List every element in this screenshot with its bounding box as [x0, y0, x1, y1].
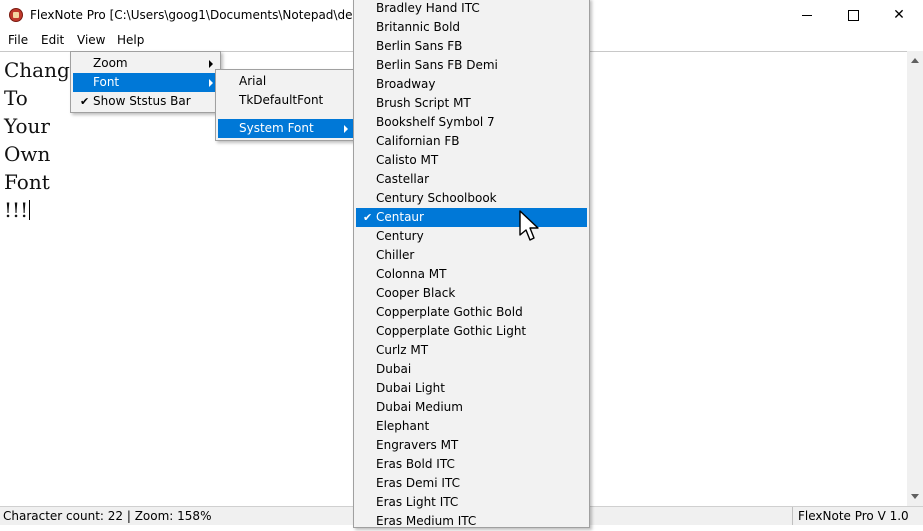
menu-file[interactable]: File [6, 33, 30, 47]
status-version: FlexNote Pro V 1.0 [792, 507, 923, 525]
system-font-label: Berlin Sans FB Demi [376, 58, 498, 72]
system-font-label: Bradley Hand ITC [376, 1, 480, 15]
system-font-item[interactable]: Dubai Medium [356, 398, 587, 417]
system-font-item[interactable]: Californian FB [356, 132, 587, 151]
system-font-label: Century [376, 229, 424, 243]
system-font-label: Century Schoolbook [376, 191, 497, 205]
system-font-item[interactable]: Eras Bold ITC [356, 455, 587, 474]
view-menu-show-status-bar[interactable]: ✔ Show Ststus Bar [73, 92, 218, 111]
system-font-label: Californian FB [376, 134, 460, 148]
system-font-item[interactable]: Berlin Sans FB Demi [356, 56, 587, 75]
font-menu-system-font[interactable]: System Font [218, 119, 353, 138]
minimize-button[interactable] [784, 0, 830, 31]
view-menu-font[interactable]: Font [73, 73, 218, 92]
system-font-label: Eras Medium ITC [376, 514, 477, 528]
system-font-label: Chiller [376, 248, 415, 262]
system-font-item[interactable]: Berlin Sans FB [356, 37, 587, 56]
vertical-scrollbar[interactable] [907, 51, 923, 506]
system-font-label: Eras Bold ITC [376, 457, 455, 471]
submenu-arrow-icon [209, 79, 213, 87]
system-font-item[interactable]: Eras Light ITC [356, 493, 587, 512]
system-font-label: Centaur [376, 210, 424, 224]
minimize-icon [802, 14, 812, 16]
system-font-item[interactable]: Broadway [356, 75, 587, 94]
system-font-item[interactable]: Bookshelf Symbol 7 [356, 113, 587, 132]
system-font-item[interactable]: Engravers MT [356, 436, 587, 455]
system-font-label: Berlin Sans FB [376, 39, 463, 53]
system-font-label: Engravers MT [376, 438, 459, 452]
system-font-label: Eras Light ITC [376, 495, 459, 509]
mouse-cursor-icon [519, 210, 539, 241]
system-font-item[interactable]: Britannic Bold [356, 18, 587, 37]
editor-line: Font [4, 170, 50, 194]
system-font-label: Castellar [376, 172, 430, 186]
system-font-item[interactable]: Brush Script MT [356, 94, 587, 113]
system-font-label: Curlz MT [376, 343, 429, 357]
system-font-item[interactable]: Copperplate Gothic Bold [356, 303, 587, 322]
system-font-item[interactable]: Dubai [356, 360, 587, 379]
system-font-label: Broadway [376, 77, 436, 91]
system-font-label: Britannic Bold [376, 20, 461, 34]
system-font-item[interactable]: Bradley Hand ITC [356, 0, 587, 18]
system-font-item[interactable]: Century [356, 227, 587, 246]
checkmark-icon: ✔ [80, 95, 90, 108]
system-font-item[interactable]: Cooper Black [356, 284, 587, 303]
close-button[interactable]: ✕ [876, 0, 922, 31]
system-font-label: Bookshelf Symbol 7 [376, 115, 495, 129]
system-font-item[interactable]: Curlz MT [356, 341, 587, 360]
system-font-item[interactable]: Chiller [356, 246, 587, 265]
system-font-item[interactable]: Eras Demi ITC [356, 474, 587, 493]
system-font-item[interactable]: Eras Medium ITC [356, 512, 587, 531]
menu-edit[interactable]: Edit [39, 33, 66, 47]
system-font-label: Copperplate Gothic Light [376, 324, 527, 338]
scroll-up-icon[interactable] [911, 58, 919, 63]
system-font-item[interactable]: Elephant [356, 417, 587, 436]
view-menu-zoom[interactable]: Zoom [73, 54, 218, 73]
font-submenu: Arial TkDefaultFont System Font [215, 69, 356, 141]
system-font-label: Cooper Black [376, 286, 456, 300]
system-font-label: Dubai Medium [376, 400, 463, 414]
system-font-item[interactable]: Dubai Light [356, 379, 587, 398]
system-font-label: Dubai [376, 362, 412, 376]
window-title: FlexNote Pro [C:\Users\goog1\Documents\N… [30, 8, 356, 22]
close-icon: ✕ [893, 7, 905, 23]
submenu-arrow-icon [344, 125, 348, 133]
system-font-label: Calisto MT [376, 153, 439, 167]
status-character-count: Character count: 22 | Zoom: 158% [3, 509, 212, 523]
system-font-label: Colonna MT [376, 267, 447, 281]
system-font-label: Elephant [376, 419, 430, 433]
maximize-button[interactable] [830, 0, 876, 31]
system-font-label: Dubai Light [376, 381, 445, 395]
font-menu-tkdefaultfont[interactable]: TkDefaultFont [218, 91, 353, 110]
system-font-item[interactable]: Castellar [356, 170, 587, 189]
font-menu-arial[interactable]: Arial [218, 72, 353, 91]
view-menu-dropdown: Zoom Font ✔ Show Ststus Bar [70, 51, 221, 113]
system-font-label: Copperplate Gothic Bold [376, 305, 523, 319]
system-font-label: Eras Demi ITC [376, 476, 460, 490]
checkmark-icon: ✔ [363, 211, 373, 224]
menu-help[interactable]: Help [115, 33, 146, 47]
system-font-submenu: Bradley Hand ITC Britannic Bold Berlin San… [353, 0, 590, 528]
maximize-icon [847, 9, 859, 21]
text-caret [29, 200, 31, 220]
system-font-item[interactable]: Century Schoolbook [356, 189, 587, 208]
system-font-item[interactable]: Calisto MT [356, 151, 587, 170]
system-font-item[interactable]: Copperplate Gothic Light [356, 322, 587, 341]
editor-line: Own [4, 142, 51, 166]
menu-view[interactable]: View [75, 33, 107, 47]
system-font-item[interactable]: ✔ Centaur [356, 208, 587, 227]
submenu-arrow-icon [209, 60, 213, 68]
editor-line: Your [4, 114, 50, 138]
system-font-label: Brush Script MT [376, 96, 471, 110]
editor-line: !!! [4, 198, 29, 222]
scroll-down-icon[interactable] [911, 494, 919, 499]
system-font-item[interactable]: Colonna MT [356, 265, 587, 284]
app-icon[interactable] [9, 8, 23, 22]
editor-line-last: !!! [4, 196, 82, 224]
